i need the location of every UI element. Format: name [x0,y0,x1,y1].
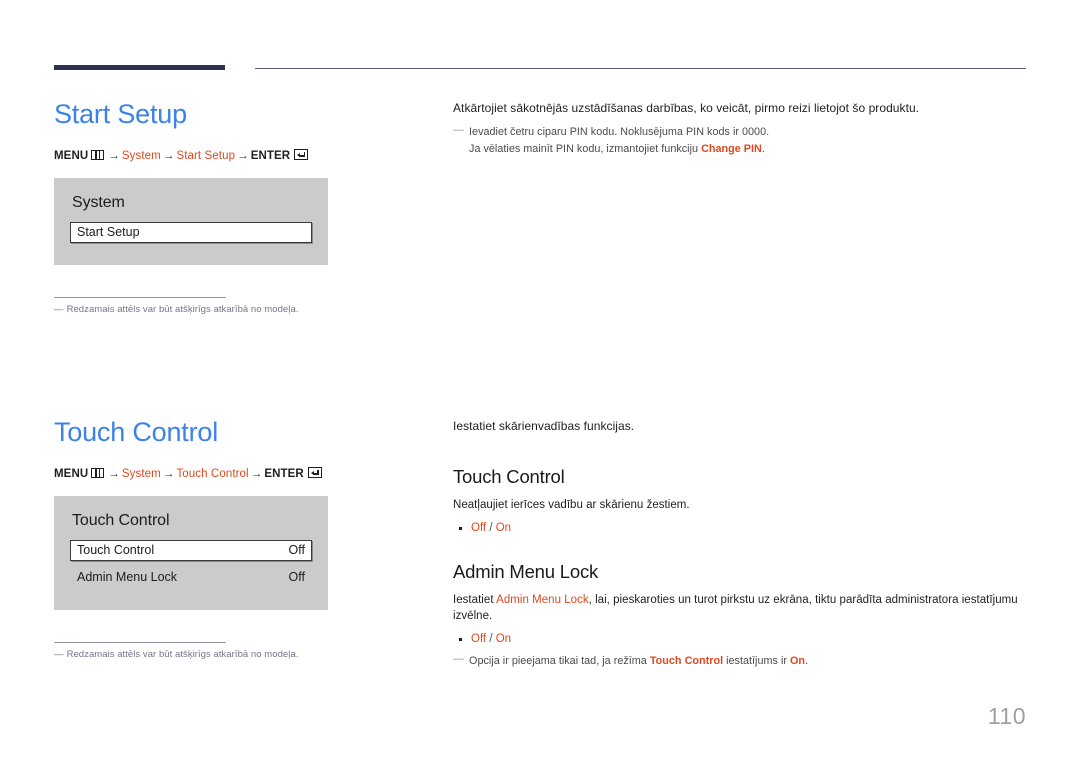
menu-path-arrow-3: → [237,149,249,162]
note-body: Ievadiet četru ciparu PIN kodu. Noklusēj… [469,124,769,156]
osd-row-label: Touch Control [77,543,155,558]
menu-grid-icon [91,467,105,478]
note-link-touch-control: Touch Control [649,654,724,667]
option-off: Off [471,521,487,534]
option-item-off-on[interactable]: Off / On [453,631,1028,648]
option-item-off-on[interactable]: Off / On [453,520,1028,537]
osd-mock-system: System Start Setup [54,177,328,265]
menu-path-step-system: System [121,467,161,480]
note-body: Opcija ir pieejama tikai tad, ja režīma … [469,653,808,669]
header-rule-thin [255,68,1026,69]
option-list-admin-menu-lock: Off / On [453,631,1028,648]
menu-grid-icon [91,149,105,160]
intro-start-setup: Atkārtojiet sākotnējās uzstādīšanas darb… [453,101,920,115]
osd-row-label: Admin Menu Lock [77,570,178,585]
footnote-rule [54,641,226,643]
header-rule-thick [54,65,225,70]
menu-path-arrow-2: → [162,467,175,480]
osd-title-touch-control: Touch Control [72,511,170,529]
osd-row-label: Start Setup [77,225,140,240]
footnote-text: Redzamais attēls var būt atšķirīgs atkar… [66,648,299,660]
menu-path-arrow-2: → [162,149,175,162]
osd-row-admin-menu-lock[interactable]: Admin Menu Lock Off [70,567,312,588]
option-separator: / [486,521,496,534]
menu-path-arrow-3: → [250,467,263,480]
note-post: . [805,654,809,667]
footnote-rule [54,296,226,298]
osd-row-value: Off [288,543,305,558]
option-on: On [495,632,512,645]
desc-link-admin-menu-lock: Admin Menu Lock [496,593,589,606]
section-touch-control-left: Touch Control MENU → System → Touch Control →… [54,417,434,660]
option-off: Off [471,632,487,645]
subsection-desc-admin-menu-lock: Iestatiet Admin Menu Lock, lai, pieskaro… [453,592,1028,625]
intro-touch-control: Iestatiet skārienvadības funkcijas. [453,419,635,433]
note-pre: Opcija ir pieejama tikai tad, ja režīma [469,654,650,667]
note-start-setup: ― Ievadiet četru ciparu PIN kodu. Noklus… [453,124,1028,156]
section-start-setup-left: Start Setup MENU → System → Start Setup → ENTE… [54,99,434,315]
osd-mock-touch-control: Touch Control Touch Control Off Admin Me… [54,495,328,610]
menu-path-arrow-1: → [108,467,120,480]
note-line-2-pre: Ja vēlaties mainīt PIN kodu, izmantojiet… [469,142,702,155]
menu-path-menu-label: MENU [54,467,89,480]
menu-path-step-touch-control: Touch Control [176,467,249,480]
menu-path-step-start-setup: Start Setup [176,149,236,162]
menu-path-menu-label: MENU [54,149,89,162]
footnote-start-setup: ― Redzamais attēls var būt atšķirīgs atka… [54,304,434,315]
note-mid: iestatījums ir [723,654,791,667]
enter-return-icon [294,148,309,160]
menu-path-step-system: System [121,149,161,162]
subsection-desc-touch-control: Neatļaujiet ierīces vadību ar skārienu ž… [453,499,690,512]
footnote-block-touch-control: ― Redzamais attēls var būt atšķirīgs atka… [54,641,434,660]
page-title-touch-control: Touch Control [54,417,218,447]
option-separator: / [486,632,496,645]
note-line-2-post: . [761,142,765,155]
note-link-on: On [790,654,806,667]
osd-row-value: Off [288,570,305,585]
option-on: On [495,521,512,534]
subsection-title-touch-control: Touch Control [453,466,565,488]
menu-path-enter-label: ENTER [264,467,304,480]
footnote-text: Redzamais attēls var būt atšķirīgs atkar… [66,303,299,315]
option-list-touch-control: Off / On [453,520,1028,537]
footnote-touch-control: ― Redzamais attēls var būt atšķirīgs atka… [54,649,434,660]
note-dash: ― [453,652,465,665]
page-title-start-setup: Start Setup [54,99,187,129]
footnote-dash: ― [54,303,64,315]
desc-pre: Iestatiet [453,593,497,606]
page-number: 110 [987,703,1026,729]
section-start-setup-right: Atkārtojiet sākotnējās uzstādīšanas darb… [453,100,1028,157]
footnote-block-start-setup: ― Redzamais attēls var būt atšķirīgs atka… [54,296,434,315]
document-page: Start Setup MENU → System → Start Setup → ENTE… [0,0,1080,763]
osd-row-start-setup[interactable]: Start Setup [70,221,312,243]
menu-path-enter-label: ENTER [250,149,291,162]
menu-path-touch-control: MENU → System → Touch Control → ENTER [54,466,434,480]
enter-return-icon [307,466,322,478]
menu-path-start-setup: MENU → System → Start Setup → ENTER [54,148,434,162]
osd-row-touch-control[interactable]: Touch Control Off [70,539,312,561]
footnote-dash: ― [54,648,64,660]
subsection-title-admin-menu-lock: Admin Menu Lock [453,560,599,582]
note-line-1: Ievadiet četru ciparu PIN kodu. Noklusēj… [469,126,770,139]
note-link-change-pin: Change PIN [701,142,762,155]
menu-path-arrow-1: → [108,149,120,162]
osd-title-system: System [72,193,125,211]
section-touch-control-right: Iestatiet skārienvadības funkcijas. Touc… [453,418,1028,669]
note-admin-menu-lock: ― Opcija ir pieejama tikai tad, ja režīm… [453,653,1028,669]
note-dash: ― [453,124,465,137]
